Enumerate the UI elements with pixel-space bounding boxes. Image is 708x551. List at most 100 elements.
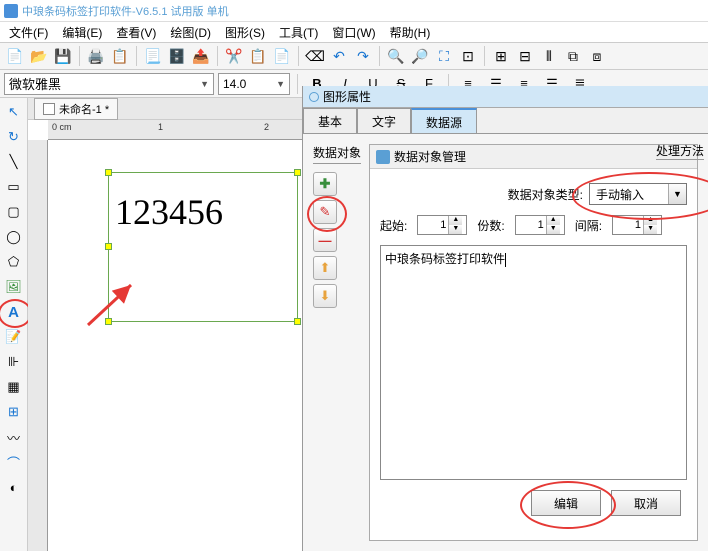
separator [79,46,80,66]
paste-icon[interactable]: 📄 [271,45,293,67]
spin-up-icon[interactable]: ▲ [449,216,462,225]
ruler-mark: 2 [264,122,269,132]
doc-tab-item[interactable]: 未命名-1 * [34,98,118,120]
font-family-select[interactable]: 微软雅黑 ▼ [4,73,214,95]
undo-icon[interactable]: ↶ [328,45,350,67]
rect-tool-icon[interactable]: ▭ [3,177,25,197]
annotation-arrow-icon [83,280,143,333]
separator [298,46,299,66]
resize-handle[interactable] [294,169,301,176]
tab-basic[interactable]: 基本 [303,108,357,133]
tab-datasource[interactable]: 数据源 [411,108,477,133]
properties-panel-title: 图形属性 [303,86,708,108]
zoom-fit-icon[interactable]: ⛶ [433,45,455,67]
data-object-dialog: 数据对象管理 数据对象类型: 手动输入 ▼ 起始: ▲▼ 份数: [369,144,698,541]
start-spinner[interactable]: ▲▼ [417,215,467,235]
spin-up-icon[interactable]: ▲ [644,216,657,225]
spin-up-icon[interactable]: ▲ [547,216,560,225]
text-content-box[interactable]: 中琅条码标签打印软件 [380,245,687,480]
redo-icon[interactable]: ↷ [352,45,374,67]
copies-spinner[interactable]: ▲▼ [515,215,565,235]
cancel-button[interactable]: 取消 [611,490,681,516]
menu-edit[interactable]: 编辑(E) [59,23,105,42]
chevron-down-icon[interactable]: ▼ [668,184,686,204]
start-input[interactable] [418,219,448,231]
move-up-button[interactable]: ⬆ [313,256,337,280]
separator [217,46,218,66]
eraser-icon[interactable]: ⌫ [304,45,326,67]
move-down-button[interactable]: ⬇ [313,284,337,308]
arc-tool-icon[interactable]: ⌒ [3,452,25,472]
type-combobox[interactable]: 手动输入 ▼ [589,183,687,205]
ungroup-icon[interactable]: ⧈ [586,45,608,67]
print-preview-icon[interactable]: 📋 [109,45,131,67]
save-icon[interactable]: 💾 [52,45,74,67]
rotate-tool-icon[interactable]: ↻ [3,127,25,147]
qrcode-tool-icon[interactable]: ▦ [3,377,25,397]
group-icon[interactable]: ⧉ [562,45,584,67]
export-icon[interactable]: 📤 [190,45,212,67]
ellipse-tool-icon[interactable]: ◯ [3,227,25,247]
vertical-ruler [28,140,48,551]
print-icon[interactable]: 🖨️ [85,45,107,67]
menu-window[interactable]: 窗口(W) [329,23,378,42]
chevron-down-icon: ▼ [276,79,285,89]
menu-draw[interactable]: 绘图(D) [167,23,214,42]
menu-view[interactable]: 查看(V) [113,23,159,42]
line-tool-icon[interactable]: ╲ [3,152,25,172]
add-button[interactable]: ✚ [313,172,337,196]
left-toolbar: ↖ ↻ ╲ ▭ ▢ ◯ ⬠ 🖼 A 📝 ⊪ ▦ ⊞ 〰 ⌒ ◐ [0,98,28,551]
zoom-actual-icon[interactable]: ⊡ [457,45,479,67]
edit-item-button[interactable]: ✎ [313,200,337,224]
data-object-buttons: 数据对象 ✚ ✎ ― ⬆ ⬇ [313,144,361,541]
shape-tool-icon[interactable]: ◐ [3,477,25,497]
curve-tool-icon[interactable]: 〰 [3,427,25,447]
database-icon[interactable]: 🗄️ [166,45,188,67]
properties-panel: 图形属性 基本 文字 数据源 数据对象 ✚ ✎ ― ⬆ ⬇ 数据对象管理 数据对… [302,86,708,551]
spin-down-icon[interactable]: ▼ [449,225,462,234]
copy-icon[interactable]: 📋 [247,45,269,67]
menu-shape[interactable]: 图形(S) [222,23,268,42]
polygon-tool-icon[interactable]: ⬠ [3,252,25,272]
ruler-mark: 0 cm [52,122,72,132]
tab-text[interactable]: 文字 [357,108,411,133]
panel-icon [309,92,319,102]
zoom-in-icon[interactable]: 🔍 [385,45,407,67]
doc-setup-icon[interactable]: 📃 [142,45,164,67]
interval-spinner[interactable]: ▲▼ [612,215,662,235]
pointer-tool-icon[interactable]: ↖ [3,102,25,122]
interval-input[interactable] [613,219,643,231]
roundrect-tool-icon[interactable]: ▢ [3,202,25,222]
app-icon [4,4,18,18]
numeric-row: 起始: ▲▼ 份数: ▲▼ 间隔: ▲▼ [380,215,687,235]
main-toolbar: 📄 📂 💾 🖨️ 📋 📃 🗄️ 📤 ✂️ 📋 📄 ⌫ ↶ ↷ 🔍 🔎 ⛶ ⊡ ⊞… [0,42,708,70]
font-size-select[interactable]: 14.0 ▼ [218,73,290,95]
richtext-tool-icon[interactable]: 📝 [3,327,25,347]
remove-button[interactable]: ― [313,228,337,252]
separator [484,46,485,66]
text-object-content: 123456 [109,173,297,251]
zoom-out-icon[interactable]: 🔎 [409,45,431,67]
resize-handle[interactable] [105,169,112,176]
text-tool-icon[interactable]: A [3,302,25,322]
image-tool-icon[interactable]: 🖼 [3,277,25,297]
resize-handle[interactable] [105,243,112,250]
cut-icon[interactable]: ✂️ [223,45,245,67]
spin-down-icon[interactable]: ▼ [644,225,657,234]
snap-icon[interactable]: ⊟ [514,45,536,67]
barcode-tool-icon[interactable]: ⊪ [3,352,25,372]
open-folder-icon[interactable]: 📂 [28,45,50,67]
align-tool-icon[interactable]: ⫴ [538,45,560,67]
edit-button[interactable]: 编辑 [531,490,601,516]
new-file-icon[interactable]: 📄 [4,45,26,67]
dialog-title-text: 数据对象管理 [394,148,466,165]
separator [379,46,380,66]
resize-handle[interactable] [294,318,301,325]
menu-help[interactable]: 帮助(H) [387,23,434,42]
copies-input[interactable] [516,219,546,231]
spin-down-icon[interactable]: ▼ [547,225,560,234]
menu-file[interactable]: 文件(F) [6,23,51,42]
menu-tools[interactable]: 工具(T) [276,23,321,42]
table-tool-icon[interactable]: ⊞ [3,402,25,422]
grid-icon[interactable]: ⊞ [490,45,512,67]
